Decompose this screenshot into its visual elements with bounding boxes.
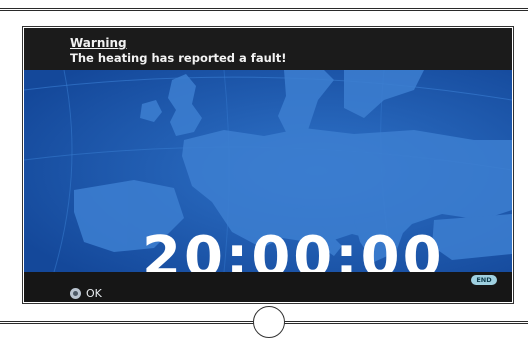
footer-bar: OK END (24, 272, 512, 302)
top-rule (0, 8, 528, 9)
circle-marker-icon (253, 306, 285, 338)
top-rule-2 (0, 10, 528, 11)
warning-header: Warning The heating has reported a fault… (24, 28, 512, 70)
map-background: 20:00:00 (24, 70, 512, 272)
end-button[interactable]: END (471, 275, 497, 285)
warning-message: The heating has reported a fault! (70, 51, 287, 65)
ok-button[interactable]: OK (70, 286, 102, 300)
ok-label: OK (86, 286, 102, 300)
clock-display: 20:00:00 (142, 225, 445, 273)
tv-screen: Warning The heating has reported a fault… (24, 28, 512, 302)
ok-button-icon (70, 287, 81, 299)
warning-title: Warning (70, 36, 127, 50)
